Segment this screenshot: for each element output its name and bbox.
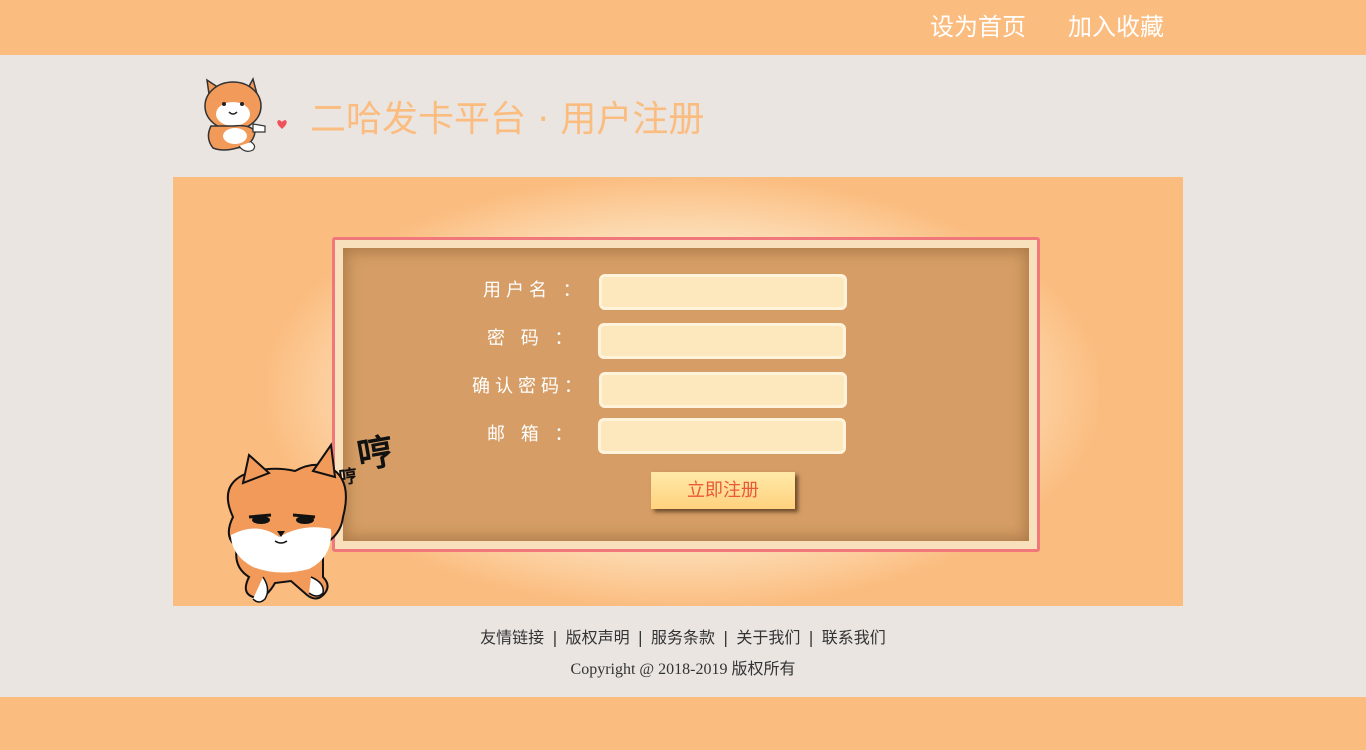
shiba-logo-icon <box>195 76 291 156</box>
footer-link-friends[interactable]: 友情链接 <box>480 628 544 647</box>
grumpy-shiba-icon <box>213 427 413 606</box>
footer-link-about[interactable]: 关于我们 <box>736 628 800 647</box>
page-title: 二哈发卡平台 · 用户注册 <box>310 99 705 140</box>
top-bar: 设为首页 加入收藏 <box>0 0 1366 55</box>
footer-link-terms[interactable]: 服务条款 <box>651 628 715 647</box>
register-banner: 用户名 ： 密 码 ： 确认密码： 邮 箱 ： 立即注册 哼 哼 <box>173 177 1183 606</box>
footer-links: 友情链接 | 版权声明 | 服务条款 | 关于我们 | 联系我们 <box>0 626 1366 650</box>
footer-link-copyright[interactable]: 版权声明 <box>566 628 630 647</box>
footer-separator: | <box>552 628 558 647</box>
username-label: 用户名 ： <box>483 280 586 301</box>
confirm-password-label: 确认密码： <box>472 376 587 397</box>
register-button[interactable]: 立即注册 <box>651 472 795 509</box>
footer-separator: | <box>723 628 729 647</box>
username-input[interactable] <box>599 274 847 310</box>
footer-separator: | <box>808 628 814 647</box>
password-input[interactable] <box>598 323 846 359</box>
bottom-bar <box>0 697 1366 750</box>
add-favorite-link[interactable]: 加入收藏 <box>1068 11 1164 43</box>
email-label: 邮 箱 ： <box>487 424 578 445</box>
copyright-text: Copyright @ 2018-2019 版权所有 <box>570 661 796 678</box>
footer-separator: | <box>637 628 643 647</box>
email-input[interactable] <box>598 418 846 454</box>
confirm-password-input[interactable] <box>599 372 847 408</box>
footer-link-contact[interactable]: 联系我们 <box>822 628 886 647</box>
set-homepage-link[interactable]: 设为首页 <box>930 11 1026 43</box>
password-label: 密 码 ： <box>487 328 578 349</box>
